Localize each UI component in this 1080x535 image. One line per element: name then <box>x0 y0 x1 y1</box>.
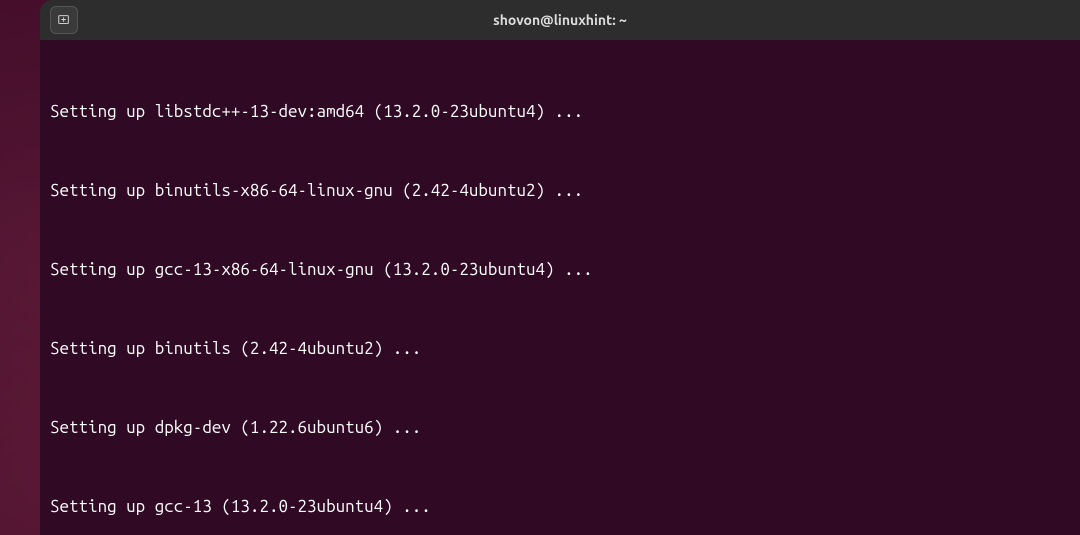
window-title: shovon@linuxhint: ~ <box>493 12 627 28</box>
new-tab-button[interactable] <box>50 6 78 34</box>
terminal-output-line: Setting up binutils-x86-64-linux-gnu (2.… <box>50 178 1070 204</box>
new-tab-icon <box>57 13 71 27</box>
title-bar: shovon@linuxhint: ~ <box>40 0 1080 40</box>
terminal-output-line: Setting up binutils (2.42-4ubuntu2) ... <box>50 336 1070 362</box>
terminal-output-line: Setting up gcc-13 (13.2.0-23ubuntu4) ... <box>50 494 1070 520</box>
terminal-output-line: Setting up gcc-13-x86-64-linux-gnu (13.2… <box>50 257 1070 283</box>
terminal-window: shovon@linuxhint: ~ Setting up libstdc++… <box>40 0 1080 535</box>
terminal-output-line: Setting up libstdc++-13-dev:amd64 (13.2.… <box>50 99 1070 125</box>
terminal-output-line: Setting up dpkg-dev (1.22.6ubuntu6) ... <box>50 415 1070 441</box>
terminal-content[interactable]: Setting up libstdc++-13-dev:amd64 (13.2.… <box>40 40 1080 535</box>
